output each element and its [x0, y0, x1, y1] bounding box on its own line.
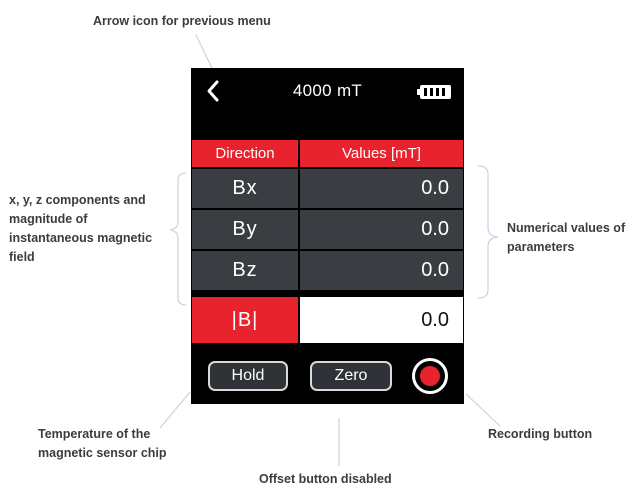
status-bar: 4000 mT	[192, 69, 463, 113]
table-row: Bz 0.0	[192, 251, 463, 290]
annotation-numerical-values: Numerical values of parameters	[507, 221, 626, 254]
direction-magnitude: |B|	[192, 297, 300, 343]
record-icon	[420, 366, 440, 386]
annotation-field-components: x, y, z components and magnitude of inst…	[9, 193, 153, 264]
leader-arrow-icon	[195, 34, 213, 69]
table-row-magnitude: |B| 0.0	[192, 297, 463, 343]
hold-button[interactable]: Hold	[208, 361, 288, 391]
value-magnitude: 0.0	[300, 297, 463, 343]
header-direction: Direction	[192, 140, 300, 167]
zero-button[interactable]: Zero	[310, 361, 392, 391]
bottom-toolbar: Hold Zero	[192, 349, 463, 405]
table-row: By 0.0	[192, 210, 463, 249]
battery-full-icon	[417, 85, 451, 99]
direction-bx: Bx	[192, 169, 300, 208]
leader-recording	[465, 393, 501, 427]
value-bx: 0.0	[300, 169, 463, 208]
value-bz: 0.0	[300, 251, 463, 290]
bracket-right	[477, 165, 499, 299]
table-header: Direction Values [mT]	[192, 140, 463, 167]
leader-temperature	[159, 391, 191, 429]
record-button[interactable]	[412, 358, 448, 394]
annotation-arrow-icon: Arrow icon for previous menu	[93, 14, 271, 28]
value-by: 0.0	[300, 210, 463, 249]
annotation-recording-button: Recording button	[488, 427, 593, 441]
annotation-offset-button: Offset button disabled	[259, 472, 392, 486]
table-row: Bx 0.0	[192, 169, 463, 208]
device-screen: 4000 mT Direction Values [mT] Bx 0.0 By …	[191, 68, 464, 404]
annotation-temperature: Temperature of the magnetic sensor chip	[38, 427, 167, 460]
direction-by: By	[192, 210, 300, 249]
header-values: Values [mT]	[300, 140, 463, 167]
direction-bz: Bz	[192, 251, 300, 290]
